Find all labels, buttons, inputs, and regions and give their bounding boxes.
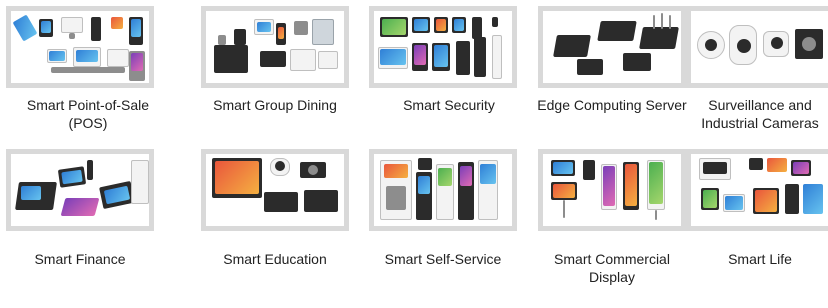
category-card-finance[interactable]: Smart Finance — [6, 149, 154, 267]
category-card-security[interactable]: Smart Security — [369, 6, 517, 113]
finance-terminals-image[interactable] — [6, 149, 154, 231]
group-dining-devices-image[interactable] — [201, 6, 349, 88]
self-service-kiosks-image[interactable] — [369, 149, 517, 231]
category-card-commercial-display[interactable]: Smart Commercial Display — [538, 149, 686, 285]
category-label[interactable]: Smart Education — [201, 250, 349, 268]
category-label[interactable]: Smart Life — [686, 250, 828, 268]
category-label[interactable]: Smart Commercial Display — [538, 250, 686, 286]
pos-terminals-image[interactable] — [6, 6, 154, 88]
education-devices-image[interactable] — [201, 149, 349, 231]
category-card-education[interactable]: Smart Education — [201, 149, 349, 267]
category-card-group-dining[interactable]: Smart Group Dining — [201, 6, 349, 113]
category-label[interactable]: Smart Finance — [6, 250, 154, 268]
commercial-display-image[interactable] — [538, 149, 686, 231]
category-card-pos[interactable]: Smart Point-of-Sale (POS) — [6, 6, 154, 131]
category-card-smart-life[interactable]: Smart Life — [686, 149, 828, 267]
category-label[interactable]: Smart Group Dining — [195, 96, 355, 114]
category-label[interactable]: Smart Point-of-Sale (POS) — [18, 96, 158, 132]
cameras-image[interactable] — [686, 6, 828, 88]
category-label[interactable]: Edge Computing Server — [526, 96, 698, 114]
edge-server-boxes-image[interactable] — [538, 6, 686, 88]
smart-life-devices-image[interactable] — [686, 149, 828, 231]
category-label[interactable]: Smart Security — [379, 96, 519, 114]
category-card-cameras[interactable]: Surveillance and Industrial Cameras — [686, 6, 828, 131]
category-card-edge-server[interactable]: Edge Computing Server — [537, 6, 687, 113]
security-terminals-image[interactable] — [369, 6, 517, 88]
category-label[interactable]: Surveillance and Industrial Cameras — [680, 96, 828, 132]
category-label[interactable]: Smart Self-Service — [369, 250, 517, 268]
category-card-self-service[interactable]: Smart Self-Service — [369, 149, 517, 267]
